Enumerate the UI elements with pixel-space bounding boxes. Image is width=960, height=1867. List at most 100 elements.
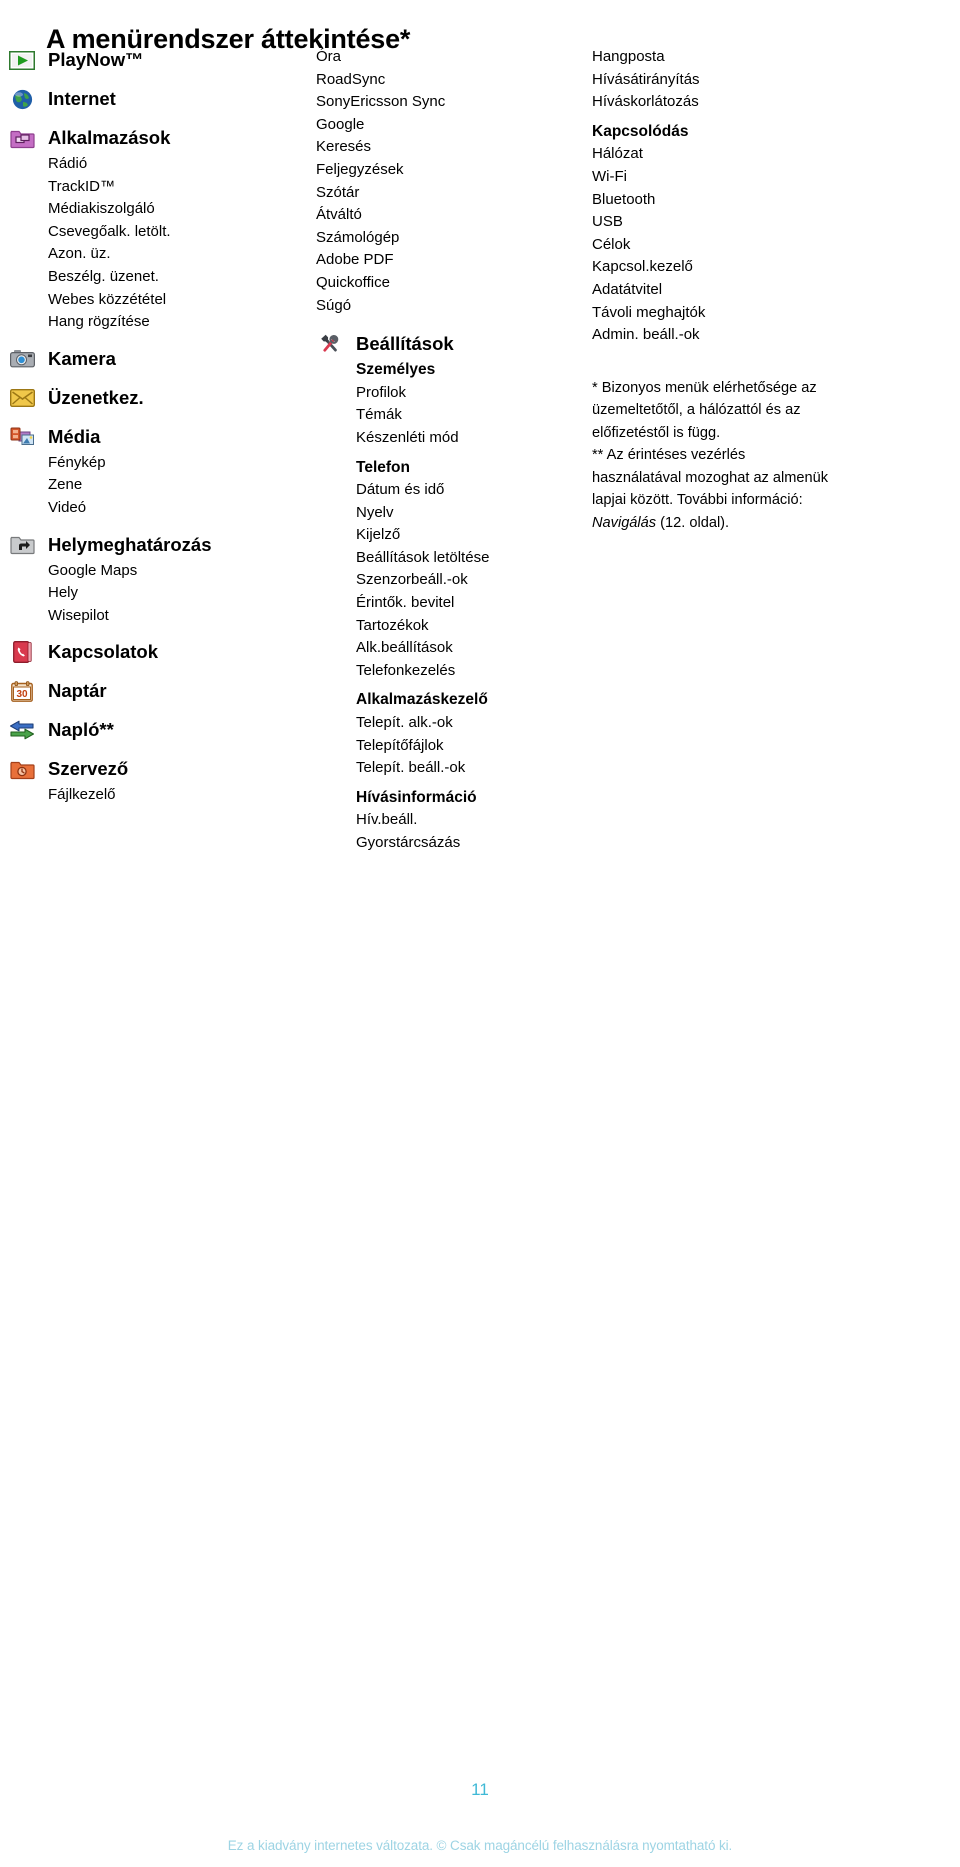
menu-group-header[interactable]: 30 Naptár <box>8 677 308 705</box>
menu-child[interactable]: Csevegőalk. letölt. <box>8 221 308 244</box>
menu-group-header[interactable]: Média <box>8 423 308 451</box>
menu-group-header[interactable]: Beállítások <box>316 330 592 358</box>
settings-item[interactable]: Érintők. bevitel <box>356 592 592 615</box>
menu-child[interactable]: Fénykép <box>8 452 308 475</box>
settings-item[interactable]: Szenzorbeáll.-ok <box>356 569 592 592</box>
settings-item[interactable]: Adatátvitel <box>592 279 942 302</box>
menu-group-header[interactable]: Kapcsolatok <box>8 638 308 666</box>
menu-group-label: Alkalmazások <box>48 127 171 148</box>
menu-child[interactable]: Médiakiszolgáló <box>8 198 308 221</box>
settings-item[interactable]: Kijelző <box>356 524 592 547</box>
footnote-double-star: ** Az érintéses vezérlés használatával m… <box>592 444 830 534</box>
menu-child[interactable]: Zene <box>8 474 308 497</box>
settings-item[interactable]: Dátum és idő <box>356 479 592 502</box>
settings-item[interactable]: Bluetooth <box>592 189 942 212</box>
menu-child[interactable]: Videó <box>8 497 308 520</box>
settings-item[interactable]: Profilok <box>356 382 592 405</box>
settings-item[interactable]: Wi-Fi <box>592 166 942 189</box>
menu-group-camera[interactable]: Kamera <box>8 345 308 373</box>
settings-item[interactable]: Telepít. alk.-ok <box>356 712 592 735</box>
menu-child[interactable]: Átváltó <box>316 204 592 227</box>
settings-item[interactable]: Beállítások letöltése <box>356 547 592 570</box>
settings-item[interactable]: Telepít. beáll.-ok <box>356 757 592 780</box>
menu-child[interactable]: Fájlkezelő <box>8 784 308 807</box>
settings-item[interactable]: Hálózat <box>592 143 942 166</box>
menu-group-header[interactable]: Szervező <box>8 755 308 783</box>
menu-group-header[interactable]: Helymeghatározás <box>8 531 308 559</box>
settings-item[interactable]: Témák <box>356 404 592 427</box>
settings-item[interactable]: Távoli meghajtók <box>592 302 942 325</box>
menu-group-label: Média <box>48 425 101 447</box>
column-applications-continued: Óra RoadSync SonyEricsson Sync Google Ke… <box>316 46 592 866</box>
menu-group-header[interactable]: Kamera <box>8 345 308 373</box>
menu-child[interactable]: Rádió <box>8 153 308 176</box>
settings-item[interactable]: Híváskorlátozás <box>592 91 942 114</box>
menu-group-header[interactable]: Alkalmazások <box>8 124 308 152</box>
menu-child[interactable]: Súgó <box>316 295 592 318</box>
menu-group-label: Napló** <box>48 719 114 741</box>
menu-group-header[interactable]: PlayNow™ <box>8 46 308 74</box>
location-folder-icon <box>8 534 36 556</box>
menu-group-calendar[interactable]: 30 Naptár <box>8 677 308 705</box>
menu-group-organizer[interactable]: Szervező Fájlkezelő <box>8 755 308 807</box>
menu-group-header[interactable]: Napló** <box>8 716 308 744</box>
menu-group-label: Kapcsolatok <box>48 641 159 663</box>
menu-child[interactable]: RoadSync <box>316 69 592 92</box>
menu-child[interactable]: Számológép <box>316 227 592 250</box>
footnote-text-after: (12. oldal). <box>656 514 730 531</box>
settings-item[interactable]: Telefonkezelés <box>356 660 592 683</box>
menu-child[interactable]: Adobe PDF <box>316 249 592 272</box>
settings-item[interactable]: Hangposta <box>592 46 942 69</box>
menu-group-settings[interactable]: Beállítások Személyes Profilok Témák Kés… <box>316 330 592 854</box>
footnote-text-before: ** Az érintéses vezérlés használatával m… <box>592 447 829 509</box>
menu-group-location[interactable]: Helymeghatározás Google Maps Hely Wisepi… <box>8 531 308 628</box>
menu-child[interactable]: Szótár <box>316 182 592 205</box>
menu-child[interactable]: Quickoffice <box>316 272 592 295</box>
menu-child[interactable]: Óra <box>316 46 592 69</box>
settings-item[interactable]: Nyelv <box>356 502 592 525</box>
menu-child[interactable]: Azon. üz. <box>8 243 308 266</box>
menu-child[interactable]: Beszélg. üzenet. <box>8 266 308 289</box>
menu-group-contacts[interactable]: Kapcsolatok <box>8 638 308 666</box>
menu-group-messaging[interactable]: Üzenetkez. <box>8 384 308 412</box>
settings-item[interactable]: Célok <box>592 234 942 257</box>
menu-child[interactable]: Google Maps <box>8 560 308 583</box>
menu-group-label: Szervező <box>48 758 129 780</box>
menu-child[interactable]: SonyEricsson Sync <box>316 91 592 114</box>
menu-child[interactable]: Webes közzététel <box>8 289 308 312</box>
settings-item[interactable]: USB <box>592 211 942 234</box>
settings-tools-icon <box>316 333 344 355</box>
menu-child[interactable]: Wisepilot <box>8 605 308 628</box>
settings-item[interactable]: Hívásátirányítás <box>592 69 942 92</box>
settings-item[interactable]: Admin. beáll.-ok <box>592 324 942 347</box>
settings-item[interactable]: Készenléti mód <box>356 427 592 450</box>
menu-group-label: Üzenetkez. <box>48 386 144 408</box>
menu-group-calllog[interactable]: Napló** <box>8 716 308 744</box>
settings-item[interactable]: Kapcsol.kezelő <box>592 256 942 279</box>
menu-child[interactable]: Google <box>316 114 592 137</box>
media-icon <box>8 426 36 448</box>
menu-child[interactable]: Keresés <box>316 136 592 159</box>
calendar-icon: 30 <box>8 680 36 702</box>
settings-item[interactable]: Telepítőfájlok <box>356 735 592 758</box>
settings-item[interactable]: Tartozékok <box>356 615 592 638</box>
settings-item[interactable]: Alk.beállítások <box>356 637 592 660</box>
menu-group-internet[interactable]: Internet <box>8 85 308 113</box>
menu-child[interactable]: Feljegyzések <box>316 159 592 182</box>
menu-group-media[interactable]: Média Fénykép Zene Videó <box>8 423 308 520</box>
menu-group-playnow[interactable]: PlayNow™ <box>8 46 308 74</box>
menu-child[interactable]: Hely <box>8 582 308 605</box>
menu-group-header[interactable]: Internet <box>8 85 308 113</box>
settings-item[interactable]: Hív.beáll. <box>356 809 592 832</box>
menu-child[interactable]: Hang rögzítése <box>8 311 308 334</box>
menu-group-header[interactable]: Üzenetkez. <box>8 384 308 412</box>
settings-section-heading: Alkalmazáskezelő <box>356 691 488 709</box>
column-menu-items: PlayNow™ Internet Alkalmazások Rádió Tra… <box>8 46 308 818</box>
settings-item[interactable]: Gyorstárcsázás <box>356 832 592 855</box>
menu-child[interactable]: TrackID™ <box>8 176 308 199</box>
menu-group-applications[interactable]: Alkalmazások Rádió TrackID™ Médiakiszolg… <box>8 124 308 334</box>
footnote-reference-title: Navigálás <box>592 514 657 531</box>
settings-sections: Személyes Profilok Témák Készenléti mód … <box>316 359 592 854</box>
copyright-notice: Ez a kiadvány internetes változata. © Cs… <box>227 1838 733 1853</box>
menu-group-label: PlayNow™ <box>48 49 144 70</box>
